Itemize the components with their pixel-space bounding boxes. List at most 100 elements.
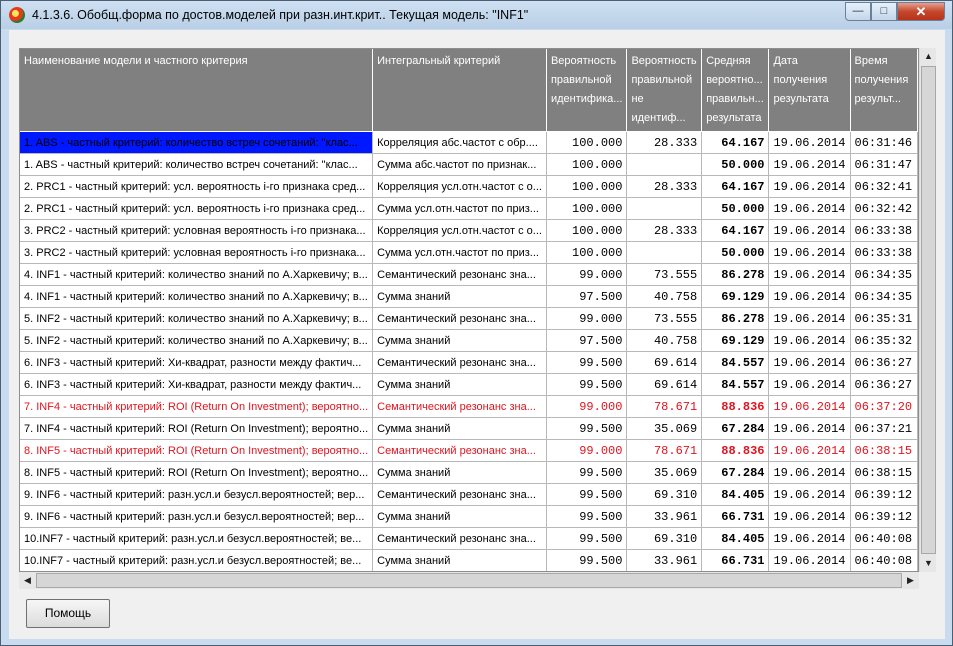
cell-prob-ident[interactable]: 99.500 — [546, 461, 628, 484]
cell-integral[interactable]: Семантический резонанс зна... — [372, 351, 547, 374]
cell-date[interactable]: 19.06.2014 — [768, 153, 851, 176]
minimize-button[interactable]: — — [845, 2, 871, 21]
cell-integral[interactable]: Сумма знаний — [372, 549, 547, 571]
cell-avg-prob[interactable]: 50.000 — [701, 153, 770, 176]
cell-integral[interactable]: Семантический резонанс зна... — [372, 395, 547, 418]
scroll-right-arrow-icon[interactable]: ▶ — [902, 572, 919, 589]
cell-date[interactable]: 19.06.2014 — [768, 483, 851, 506]
cell-avg-prob[interactable]: 88.836 — [701, 395, 770, 418]
cell-prob-nonident[interactable]: 78.671 — [626, 439, 703, 462]
table-row[interactable]: 2. PRC1 - частный критерий: усл. вероятн… — [20, 175, 918, 198]
table-row[interactable]: 2. PRC1 - частный критерий: усл. вероятн… — [20, 197, 918, 220]
cell-prob-nonident[interactable]: 28.333 — [626, 175, 703, 198]
cell-prob-nonident[interactable] — [626, 153, 703, 176]
cell-prob-ident[interactable]: 100.000 — [546, 197, 628, 220]
help-button[interactable]: Помощь — [26, 599, 110, 628]
table-row[interactable]: 10.INF7 - частный критерий: разн.усл.и б… — [20, 527, 918, 550]
cell-date[interactable]: 19.06.2014 — [768, 351, 851, 374]
cell-avg-prob[interactable]: 84.557 — [701, 373, 770, 396]
results-grid[interactable]: Наименование модели и частного критерия … — [19, 48, 919, 572]
cell-integral[interactable]: Семантический резонанс зна... — [372, 263, 547, 286]
table-row[interactable]: 9. INF6 - частный критерий: разн.усл.и б… — [20, 483, 918, 506]
cell-time[interactable]: 06:35:31 — [850, 307, 918, 330]
table-row[interactable]: 7. INF4 - частный критерий: ROI (Return … — [20, 395, 918, 418]
table-row[interactable]: 3. PRC2 - частный критерий: условная вер… — [20, 219, 918, 242]
cell-date[interactable]: 19.06.2014 — [768, 285, 851, 308]
cell-date[interactable]: 19.06.2014 — [768, 439, 851, 462]
table-row[interactable]: 1. ABS - частный критерий: количество вс… — [20, 153, 918, 176]
cell-prob-nonident[interactable]: 33.961 — [626, 549, 703, 571]
cell-prob-ident[interactable]: 99.000 — [546, 439, 628, 462]
cell-time[interactable]: 06:37:21 — [850, 417, 918, 440]
cell-model[interactable]: 10.INF7 - частный критерий: разн.усл.и б… — [20, 549, 374, 571]
cell-prob-nonident[interactable]: 69.310 — [626, 483, 703, 506]
table-row[interactable]: 9. INF6 - частный критерий: разн.усл.и б… — [20, 505, 918, 528]
cell-integral[interactable]: Сумма знаний — [372, 285, 547, 308]
cell-prob-nonident[interactable]: 78.671 — [626, 395, 703, 418]
cell-prob-nonident[interactable]: 73.555 — [626, 263, 703, 286]
table-row[interactable]: 8. INF5 - частный критерий: ROI (Return … — [20, 461, 918, 484]
cell-date[interactable]: 19.06.2014 — [768, 307, 851, 330]
cell-model[interactable]: 8. INF5 - частный критерий: ROI (Return … — [20, 439, 374, 462]
cell-integral[interactable]: Семантический резонанс зна... — [372, 483, 547, 506]
cell-model[interactable]: 9. INF6 - частный критерий: разн.усл.и б… — [20, 483, 374, 506]
column-header-prob-nonident[interactable]: Вероятность правильной не идентиф... — [626, 49, 703, 132]
cell-time[interactable]: 06:36:27 — [850, 351, 918, 374]
cell-prob-ident[interactable]: 100.000 — [546, 175, 628, 198]
cell-date[interactable]: 19.06.2014 — [768, 395, 851, 418]
cell-integral[interactable]: Сумма знаний — [372, 505, 547, 528]
table-row[interactable]: 5. INF2 - частный критерий: количество з… — [20, 329, 918, 352]
cell-prob-ident[interactable]: 99.500 — [546, 351, 628, 374]
cell-time[interactable]: 06:40:08 — [850, 527, 918, 550]
cell-prob-nonident[interactable]: 35.069 — [626, 417, 703, 440]
table-row[interactable]: 7. INF4 - частный критерий: ROI (Return … — [20, 417, 918, 440]
table-row[interactable]: 4. INF1 - частный критерий: количество з… — [20, 285, 918, 308]
cell-integral[interactable]: Семантический резонанс зна... — [372, 439, 547, 462]
column-header-date[interactable]: Дата получения результата — [768, 49, 851, 132]
cell-avg-prob[interactable]: 64.167 — [701, 219, 770, 242]
table-row[interactable]: 6. INF3 - частный критерий: Хи-квадрат, … — [20, 373, 918, 396]
cell-avg-prob[interactable]: 84.405 — [701, 527, 770, 550]
cell-integral[interactable]: Сумма знаний — [372, 373, 547, 396]
cell-prob-ident[interactable]: 99.000 — [546, 263, 628, 286]
cell-model[interactable]: 8. INF5 - частный критерий: ROI (Return … — [20, 461, 374, 484]
cell-avg-prob[interactable]: 86.278 — [701, 307, 770, 330]
cell-time[interactable]: 06:38:15 — [850, 439, 918, 462]
cell-time[interactable]: 06:32:42 — [850, 197, 918, 220]
cell-model[interactable]: 4. INF1 - частный критерий: количество з… — [20, 285, 374, 308]
cell-prob-ident[interactable]: 99.500 — [546, 417, 628, 440]
cell-prob-ident[interactable]: 100.000 — [546, 131, 628, 154]
cell-prob-nonident[interactable]: 73.555 — [626, 307, 703, 330]
cell-integral[interactable]: Сумма усл.отн.частот по приз... — [372, 241, 547, 264]
cell-model[interactable]: 5. INF2 - частный критерий: количество з… — [20, 307, 374, 330]
cell-prob-nonident[interactable]: 40.758 — [626, 285, 703, 308]
table-row[interactable]: 3. PRC2 - частный критерий: условная вер… — [20, 241, 918, 264]
cell-time[interactable]: 06:34:35 — [850, 263, 918, 286]
cell-prob-ident[interactable]: 99.000 — [546, 307, 628, 330]
cell-date[interactable]: 19.06.2014 — [768, 241, 851, 264]
column-header-model[interactable]: Наименование модели и частного критерия — [20, 49, 374, 132]
cell-prob-nonident[interactable]: 28.333 — [626, 131, 703, 154]
table-row[interactable]: 10.INF7 - частный критерий: разн.усл.и б… — [20, 549, 918, 571]
cell-date[interactable]: 19.06.2014 — [768, 417, 851, 440]
table-row[interactable]: 1. ABS - частный критерий: количество вс… — [20, 131, 918, 154]
cell-integral[interactable]: Сумма усл.отн.частот по приз... — [372, 197, 547, 220]
scroll-down-arrow-icon[interactable]: ▼ — [920, 555, 937, 572]
table-row[interactable]: 8. INF5 - частный критерий: ROI (Return … — [20, 439, 918, 462]
vertical-scrollbar[interactable]: ▲ ▼ — [919, 48, 936, 572]
cell-prob-nonident[interactable]: 33.961 — [626, 505, 703, 528]
cell-avg-prob[interactable]: 69.129 — [701, 285, 770, 308]
cell-model[interactable]: 1. ABS - частный критерий: количество вс… — [20, 153, 374, 176]
table-row[interactable]: 5. INF2 - частный критерий: количество з… — [20, 307, 918, 330]
cell-date[interactable]: 19.06.2014 — [768, 219, 851, 242]
cell-prob-nonident[interactable] — [626, 241, 703, 264]
horizontal-scrollbar[interactable]: ◀ ▶ — [19, 572, 919, 589]
cell-avg-prob[interactable]: 66.731 — [701, 505, 770, 528]
cell-prob-ident[interactable]: 99.500 — [546, 483, 628, 506]
cell-date[interactable]: 19.06.2014 — [768, 263, 851, 286]
cell-time[interactable]: 06:39:12 — [850, 505, 918, 528]
cell-integral[interactable]: Сумма знаний — [372, 417, 547, 440]
cell-avg-prob[interactable]: 64.167 — [701, 175, 770, 198]
cell-time[interactable]: 06:33:38 — [850, 219, 918, 242]
cell-avg-prob[interactable]: 67.284 — [701, 417, 770, 440]
